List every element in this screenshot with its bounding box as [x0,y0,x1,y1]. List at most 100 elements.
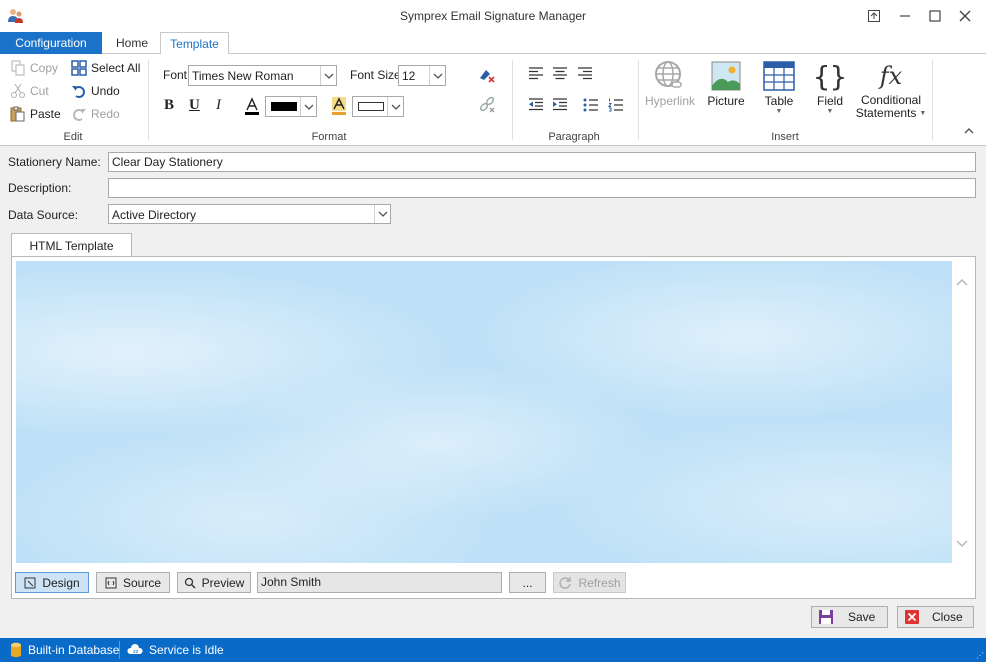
data-source-select[interactable]: Active Directory [108,204,391,224]
floppy-disk-icon [819,610,833,624]
pin-button[interactable] [859,4,889,28]
tab-home[interactable]: Home [104,32,160,54]
paste-button[interactable]: Paste [10,106,61,122]
clipboard-icon [10,106,26,122]
select-all-label: Select All [91,61,141,75]
underline-button[interactable]: U [189,97,200,114]
bold-button[interactable]: B [164,97,174,114]
align-center-button[interactable] [552,67,568,81]
align-center-icon [553,67,567,80]
tab-configuration[interactable]: Configuration [0,32,102,54]
table-label: Table [764,94,794,108]
status-separator [119,641,120,659]
minimize-icon [900,15,910,17]
hyperlink-label: Hyperlink [645,94,696,108]
maximize-button[interactable] [920,4,950,28]
tab-template[interactable]: Template [160,32,229,55]
description-label: Description: [8,181,72,195]
conditional-statements-button[interactable]: fx Conditional Statements ▼ [856,58,927,120]
table-icon [762,58,796,94]
collapse-ribbon-button[interactable] [964,127,974,135]
stationery-name-label: Stationery Name: [8,155,101,169]
font-size-value: 12 [402,69,416,83]
save-label: Save [848,610,876,624]
preview-user-input[interactable]: John Smith [257,572,502,593]
italic-button[interactable]: I [216,97,221,114]
stationery-name-input[interactable]: Clear Day Stationery [108,152,976,172]
copy-button[interactable]: Copy [10,60,58,76]
design-mode-button[interactable]: Design [15,572,89,593]
highlight-color-picker[interactable] [352,96,404,117]
svg-text:zz: zz [133,649,139,655]
highlight-color-swatch [358,102,384,111]
template-panel: Design Source Preview John Smith ... Ref… [11,256,976,599]
indent-button[interactable] [552,98,568,112]
database-status-text: Built-in Database [28,643,120,657]
copy-icon [10,60,26,76]
bullet-list-icon [583,98,598,112]
redo-button[interactable]: Redo [71,106,120,122]
minimize-button[interactable] [890,4,920,28]
clear-format-button[interactable] [478,66,496,84]
database-icon [11,642,21,658]
source-label: Source [122,575,162,590]
globe-link-icon [653,58,687,94]
font-color-icon [244,97,260,115]
bullet-list-button[interactable] [583,98,599,112]
font-size-select[interactable]: 12 [398,65,446,86]
align-left-icon [529,67,543,80]
cut-button[interactable]: Cut [10,83,49,99]
numbered-list-icon [608,98,623,112]
font-label: Font [163,68,188,82]
database-status: Built-in Database [10,642,119,658]
insert-group-label: Insert [771,131,799,143]
resize-grip-icon[interactable]: ⋰ [976,651,984,660]
save-button[interactable]: Save [811,606,888,628]
data-source-label: Data Source: [8,208,79,222]
edit-group-label: Edit [63,131,83,143]
close-button[interactable]: Close [897,606,974,628]
chevron-down-icon [374,205,390,223]
scroll-up-icon[interactable] [956,275,968,289]
magnifier-icon [184,577,196,589]
paste-label: Paste [30,107,61,121]
close-window-button[interactable] [950,4,980,28]
tab-html-template[interactable]: HTML Template [11,233,132,257]
undo-button[interactable]: Undo [71,83,120,99]
conditional-label-line2: Statements [855,106,917,120]
maximize-icon [929,10,941,22]
design-canvas[interactable] [16,261,952,563]
numbered-list-button[interactable] [608,98,624,112]
align-left-button[interactable] [528,67,544,81]
eraser-icon [480,70,495,83]
font-color-picker[interactable] [265,96,317,117]
function-icon: fx [879,62,903,90]
refresh-label: Refresh [578,575,621,590]
remove-link-button[interactable] [478,96,496,114]
picture-button[interactable]: Picture [706,58,746,108]
align-right-icon [578,67,592,80]
refresh-button[interactable]: Refresh [553,572,626,593]
field-button[interactable]: {} Field ▼ [812,58,848,116]
hyperlink-button[interactable]: Hyperlink [645,58,696,108]
font-color-swatch [271,102,297,111]
preview-mode-button[interactable]: Preview [177,572,251,593]
font-family-select[interactable]: Times New Roman [188,65,337,86]
group-separator [148,60,149,140]
undo-label: Undo [91,84,120,98]
description-input[interactable] [108,178,976,198]
conditional-label-row: Statements ▼ [856,107,927,120]
chevron-down-icon [429,66,445,85]
outdent-button[interactable] [528,98,544,112]
scroll-down-icon[interactable] [956,537,968,551]
vertical-scrollbar[interactable] [953,261,971,563]
data-source-value: Active Directory [112,208,197,222]
design-icon [24,577,36,588]
select-all-button[interactable]: Select All [71,60,140,76]
browse-user-button[interactable]: ... [509,572,546,593]
source-mode-button[interactable]: Source [96,572,170,593]
indent-icon [553,98,567,111]
table-button[interactable]: Table ▼ [760,58,798,116]
align-right-button[interactable] [577,67,593,81]
chevron-down-icon [320,66,336,85]
